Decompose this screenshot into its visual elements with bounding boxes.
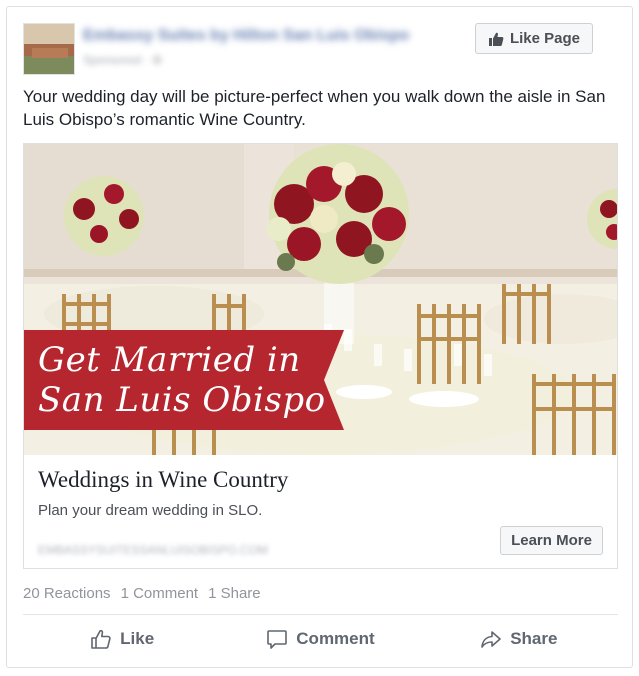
thumbs-up-outline-icon <box>91 629 111 649</box>
banner-text: Get Married in San Luis Obispo <box>38 340 328 420</box>
post-text: Your wedding day will be picture-perfect… <box>23 87 606 129</box>
like-page-label: Like Page <box>509 30 581 47</box>
ad-headline[interactable]: Weddings in Wine Country <box>38 467 598 493</box>
engagement-stats: 20 Reactions 1 Comment 1 Share <box>23 585 261 602</box>
banner-line-1: Get Married in <box>38 340 301 380</box>
banner-line-2: San Luis Obispo <box>38 380 326 420</box>
comment-label: Comment <box>296 629 375 648</box>
thumbs-up-icon <box>488 32 504 46</box>
page-avatar[interactable] <box>23 23 75 75</box>
ad-creative[interactable]: Get Married in San Luis Obispo Weddings … <box>23 143 618 569</box>
actions-divider <box>23 614 618 615</box>
learn-more-button[interactable]: Learn More <box>500 526 603 555</box>
reactions-count[interactable]: 20 Reactions <box>23 585 111 602</box>
ad-description: Plan your dream wedding in SLO. <box>38 502 263 519</box>
like-label: Like <box>120 629 155 648</box>
sponsored-post-card: Embassy Suites by Hilton San Luis Obispo… <box>6 6 633 668</box>
share-label: Share <box>510 629 558 648</box>
like-button[interactable]: Like <box>23 617 221 661</box>
ad-display-url: EMBASSYSUITESSANLUISOBISPO.COM <box>38 543 269 557</box>
speech-bubble-icon <box>267 630 288 649</box>
comment-button[interactable]: Comment <box>221 617 419 661</box>
comments-count[interactable]: 1 Comment <box>121 585 199 602</box>
like-page-button[interactable]: Like Page <box>475 23 593 54</box>
page-name-link[interactable]: Embassy Suites by Hilton San Luis Obispo <box>83 27 443 49</box>
share-arrow-icon <box>481 631 501 648</box>
share-button[interactable]: Share <box>420 617 618 661</box>
shares-count[interactable]: 1 Share <box>208 585 261 602</box>
ad-image[interactable]: Get Married in San Luis Obispo <box>24 144 617 455</box>
post-actions: Like Comment Share <box>23 617 618 661</box>
sponsored-label: Sponsored · ⚙ <box>83 53 163 67</box>
